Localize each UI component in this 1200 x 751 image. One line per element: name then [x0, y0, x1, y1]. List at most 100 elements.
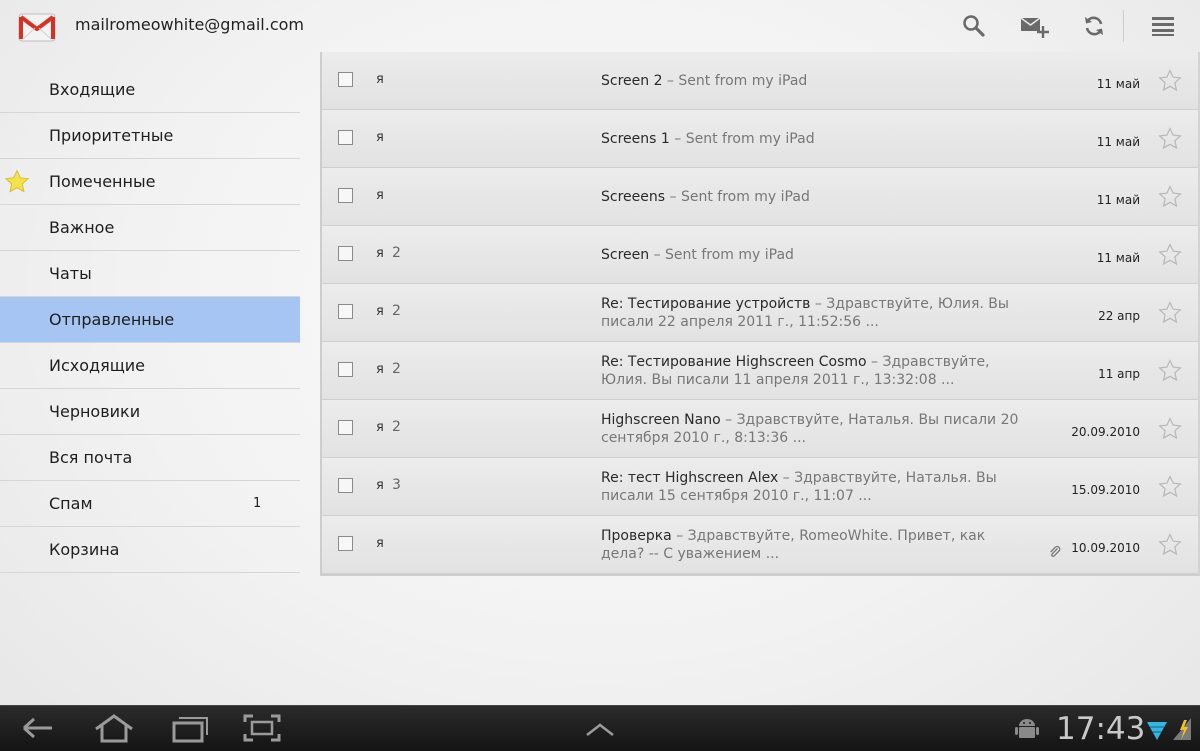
compose-icon[interactable]: [1018, 10, 1050, 42]
battery-icon: [1171, 712, 1195, 744]
folder-label: Спам: [49, 494, 93, 513]
conversation-row[interactable]: я 3 Re: тест Highscreen Alex – Здравствуйт…: [322, 458, 1198, 516]
date: 15.09.2010: [1071, 483, 1140, 497]
star-icon: [4, 169, 30, 195]
sender-name: я: [376, 188, 384, 203]
conversation-row[interactable]: я 2 Re: Тестирование устройств – Здравству…: [322, 284, 1198, 342]
star-icon[interactable]: [1158, 359, 1182, 383]
subject: Screen 2: [601, 73, 663, 89]
sender-name: я: [376, 536, 384, 551]
date: 11 май: [1096, 193, 1140, 207]
separator: –: [649, 247, 666, 263]
subject-snippet-text: Screen 2 – Sent from my iPad: [601, 72, 807, 90]
sender-name: я: [376, 420, 384, 435]
snippet-text: Sent from my iPad: [678, 73, 808, 89]
wifi-icon: [1145, 712, 1169, 744]
menu-icon[interactable]: [1147, 10, 1179, 42]
refresh-icon[interactable]: [1078, 10, 1110, 42]
screenshot-icon[interactable]: [242, 712, 282, 744]
home-icon[interactable]: [92, 712, 133, 744]
subject-snippet: Проверка – Здравствуйте, RomeoWhite. При…: [601, 524, 1031, 566]
up-chevron-icon[interactable]: [582, 712, 622, 744]
folder-label: Важное: [49, 218, 115, 237]
subject-snippet-text: Highscreen Nano – Здравствуйте, Наталья.…: [601, 411, 1031, 447]
sidebar-folder[interactable]: Чаты: [0, 251, 300, 297]
select-checkbox[interactable]: [338, 304, 353, 319]
select-checkbox[interactable]: [338, 246, 353, 261]
conversation-row[interactable]: я Screens 1 – Sent from my iPad 11 май: [322, 110, 1198, 168]
conversation-list: я Screen 2 – Sent from my iPad 11 май я Scre…: [320, 52, 1200, 576]
subject: Screens 1: [601, 131, 670, 147]
subject: Проверка: [601, 528, 672, 544]
conversation-row[interactable]: я Screeens – Sent from my iPad 11 май: [322, 168, 1198, 226]
conversation-row[interactable]: я 2 Screen – Sent from my iPad 11 май: [322, 226, 1198, 284]
system-bar: 17:43: [0, 705, 1200, 751]
sidebar-folder[interactable]: Вся почта: [0, 435, 300, 481]
star-icon[interactable]: [1158, 243, 1182, 267]
select-checkbox[interactable]: [338, 72, 353, 87]
sidebar-folder[interactable]: Приоритетные: [0, 113, 300, 159]
thread-count: 2: [392, 245, 401, 261]
subject-snippet-text: Screens 1 – Sent from my iPad: [601, 130, 815, 148]
subject-snippet: Re: Тестирование устройств – Здравствуйт…: [601, 292, 1031, 334]
folder-label: Чаты: [49, 264, 92, 283]
separator: –: [669, 131, 686, 147]
folder-label: Отправленные: [49, 310, 175, 329]
star-icon[interactable]: [1158, 69, 1182, 93]
sidebar-folder[interactable]: Спам 1: [0, 481, 300, 527]
select-checkbox[interactable]: [338, 362, 353, 377]
subject-snippet: Re: Тестирование Highscreen Cosmo – Здра…: [601, 350, 1031, 392]
sidebar-folder[interactable]: Помеченные: [0, 159, 300, 205]
folder-label: Корзина: [49, 540, 120, 559]
folder-label: Черновики: [49, 402, 141, 421]
sidebar-folder[interactable]: Корзина: [0, 527, 300, 573]
sidebar-folder[interactable]: Отправленные: [0, 297, 300, 343]
subject-snippet-text: Screeens – Sent from my iPad: [601, 188, 810, 206]
star-icon[interactable]: [1158, 127, 1182, 151]
select-checkbox[interactable]: [338, 420, 353, 435]
star-icon[interactable]: [1158, 533, 1182, 557]
sidebar-folder[interactable]: Черновики: [0, 389, 300, 435]
separator: –: [662, 73, 679, 89]
recent-apps-icon[interactable]: [170, 712, 210, 744]
conversation-row[interactable]: я Screen 2 – Sent from my iPad 11 май: [322, 52, 1198, 110]
conversation-row[interactable]: я 2 Re: Тестирование Highscreen Cosmo – Зд…: [322, 342, 1198, 400]
subject-snippet-text: Re: тест Highscreen Alex – Здравствуйте,…: [601, 469, 1031, 505]
subject: Screeens: [601, 189, 666, 205]
attachment-icon: [1048, 544, 1062, 558]
subject-snippet-text: Проверка – Здравствуйте, RomeoWhite. При…: [601, 527, 1031, 563]
android-notification-icon[interactable]: [1012, 712, 1042, 744]
sidebar-folder[interactable]: Входящие: [0, 67, 300, 113]
sidebar-folder[interactable]: Исходящие: [0, 343, 300, 389]
date: 10.09.2010: [1071, 541, 1140, 555]
back-icon[interactable]: [18, 712, 58, 744]
select-checkbox[interactable]: [338, 536, 353, 551]
subject: Re: тест Highscreen Alex: [601, 470, 779, 486]
star-icon[interactable]: [1158, 475, 1182, 499]
star-icon[interactable]: [1158, 301, 1182, 325]
star-icon[interactable]: [1158, 185, 1182, 209]
separator: –: [671, 528, 688, 544]
subject-snippet-text: Screen – Sent from my iPad: [601, 246, 794, 264]
conversation-row[interactable]: я Проверка – Здравствуйте, RomeoWhite. Пр…: [322, 516, 1198, 574]
sidebar-folder[interactable]: Важное: [0, 205, 300, 251]
folder-label: Приоритетные: [49, 126, 174, 145]
snippet-text: Sent from my iPad: [665, 247, 794, 263]
sender-name: я: [376, 246, 384, 261]
folder-label: Вся почта: [49, 448, 133, 467]
account-email[interactable]: mailromeowhite@gmail.com: [75, 15, 304, 34]
subject: Re: Тестирование устройств: [601, 296, 811, 312]
select-checkbox[interactable]: [338, 478, 353, 493]
separator: –: [665, 189, 681, 205]
thread-count: 2: [392, 303, 401, 319]
search-icon[interactable]: [958, 10, 990, 42]
clock[interactable]: 17:43: [1056, 711, 1145, 747]
date: 22 апр: [1098, 309, 1140, 323]
star-icon[interactable]: [1158, 417, 1182, 441]
conversation-row[interactable]: я 2 Highscreen Nano – Здравствуйте, Наталь…: [322, 400, 1198, 458]
subject-snippet: Screens 1 – Sent from my iPad: [601, 118, 1031, 160]
select-checkbox[interactable]: [338, 188, 353, 203]
select-checkbox[interactable]: [338, 130, 353, 145]
sender-name: я: [376, 72, 384, 87]
gmail-logo-icon: [18, 8, 56, 46]
